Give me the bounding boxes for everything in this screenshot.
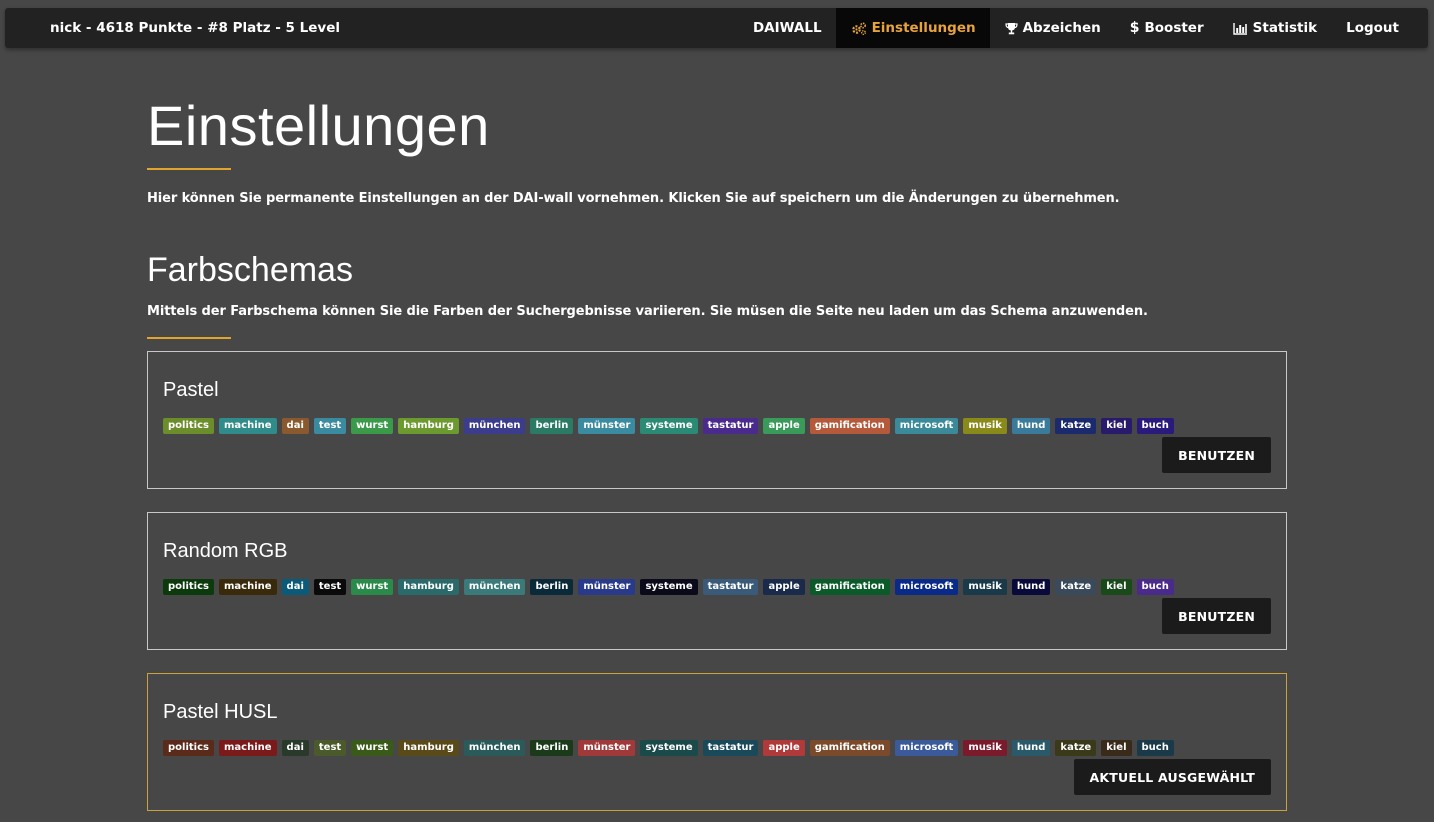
trophy-icon [1004, 22, 1018, 35]
section-title: Farbschemas [147, 251, 353, 289]
tag-preview-list: politics machine dai test wurst hamburg münche… [163, 418, 1174, 434]
tag-wurst: wurst [351, 579, 394, 595]
nav-einstellungen-label: Einstellungen [871, 20, 976, 36]
tag-hund: hund [1011, 418, 1051, 434]
tag-apple: apple [763, 418, 805, 434]
main-content: Einstellungen Hier können Sie permanente… [147, 48, 1287, 339]
tag-münster: münster [578, 579, 636, 595]
tag-politics: politics [163, 418, 214, 434]
tag-systeme: systeme [640, 740, 698, 756]
nav-logout-label: Logout [1346, 20, 1399, 36]
tag-systeme: systeme [640, 579, 698, 595]
tag-wurst: wurst [351, 418, 394, 434]
tag-preview-list: politics machine dai test wurst hamburg münche… [163, 579, 1174, 595]
tag-politics: politics [163, 579, 214, 595]
title-divider [147, 168, 231, 170]
tag-systeme: systeme [640, 418, 698, 434]
nav-abzeichen-label: Abzeichen [1022, 20, 1101, 36]
dollar-icon: $ [1129, 20, 1140, 36]
scheme-card: Pastel politics machine dai test wurst hamburg… [147, 351, 1287, 489]
tag-microsoft: microsoft [894, 418, 959, 434]
tag-musik: musik [963, 740, 1007, 756]
section-text: Mittels der Farbschema können Sie die Fa… [147, 304, 1148, 319]
tag-wurst: wurst [351, 740, 394, 756]
scheme-title: Pastel HUSL [163, 701, 278, 723]
tag-politics: politics [163, 740, 214, 756]
tag-machine: machine [218, 740, 277, 756]
bar-chart-icon [1232, 22, 1248, 35]
tag-buch: buch [1136, 740, 1174, 756]
tag-katze: katze [1055, 418, 1097, 434]
scheme-card: Random RGB politics machine dai test wurst ham… [147, 512, 1287, 650]
tag-berlin: berlin [530, 579, 574, 595]
cogs-icon [851, 21, 867, 35]
tag-machine: machine [218, 579, 277, 595]
tag-katze: katze [1055, 579, 1097, 595]
nav-einstellungen[interactable]: Einstellungen [836, 8, 991, 48]
intro-text: Hier können Sie permanente Einstellungen… [147, 191, 1120, 206]
use-scheme-button[interactable]: BENUTZEN [1162, 437, 1271, 473]
tag-münchen: münchen [463, 579, 526, 595]
nav-statistik-label: Statistik [1252, 20, 1318, 36]
tag-musik: musik [963, 418, 1007, 434]
tag-münster: münster [578, 740, 636, 756]
tag-berlin: berlin [530, 740, 574, 756]
tag-test: test [313, 579, 347, 595]
tag-katze: katze [1055, 740, 1097, 756]
tag-dai: dai [281, 579, 309, 595]
nav-booster-label: Booster [1144, 20, 1204, 36]
tag-hamburg: hamburg [398, 418, 459, 434]
nav-daiwall[interactable]: DAIWALL [738, 8, 836, 48]
tag-buch: buch [1136, 418, 1174, 434]
nav-abzeichen[interactable]: Abzeichen [990, 8, 1115, 48]
tag-münchen: münchen [463, 740, 526, 756]
tag-gamification: gamification [809, 579, 890, 595]
tag-test: test [313, 418, 347, 434]
tag-tastatur: tastatur [702, 418, 759, 434]
tag-gamification: gamification [809, 740, 890, 756]
nav-booster[interactable]: $ Booster [1115, 8, 1218, 48]
tag-hund: hund [1011, 740, 1051, 756]
tag-hamburg: hamburg [398, 740, 459, 756]
tag-preview-list: politics machine dai test wurst hamburg münche… [163, 740, 1174, 756]
nav-logout[interactable]: Logout [1332, 8, 1428, 48]
tag-dai: dai [281, 418, 309, 434]
tag-dai: dai [281, 740, 309, 756]
tag-münster: münster [578, 418, 636, 434]
tag-gamification: gamification [809, 418, 890, 434]
tag-münchen: münchen [463, 418, 526, 434]
user-status: nick - 4618 Punkte - #8 Platz - 5 Level [50, 20, 340, 36]
tag-tastatur: tastatur [702, 740, 759, 756]
nav-statistik[interactable]: Statistik [1218, 8, 1331, 48]
tag-apple: apple [763, 579, 805, 595]
tag-hund: hund [1011, 579, 1051, 595]
tag-kiel: kiel [1101, 418, 1132, 434]
tag-tastatur: tastatur [702, 579, 759, 595]
scheme-title: Pastel [163, 379, 219, 401]
tag-buch: buch [1136, 579, 1174, 595]
selected-scheme-button[interactable]: AKTUELL AUSGEWÄHLT [1073, 759, 1271, 795]
page-title: Einstellungen [147, 94, 490, 157]
scheme-card: Pastel HUSL politics machine dai test wurst ha… [147, 673, 1287, 811]
tag-test: test [313, 740, 347, 756]
section-divider [147, 337, 231, 339]
nav-daiwall-label: DAIWALL [752, 20, 822, 36]
tag-hamburg: hamburg [398, 579, 459, 595]
tag-musik: musik [963, 579, 1007, 595]
tag-kiel: kiel [1101, 579, 1132, 595]
tag-apple: apple [763, 740, 805, 756]
tag-berlin: berlin [530, 418, 574, 434]
tag-microsoft: microsoft [894, 740, 959, 756]
scheme-title: Random RGB [163, 540, 288, 562]
use-scheme-button[interactable]: BENUTZEN [1162, 598, 1271, 634]
tag-kiel: kiel [1101, 740, 1132, 756]
main-nav: DAIWALL Einstellungen Abzeichen $ Booste… [738, 8, 1428, 48]
tag-microsoft: microsoft [894, 579, 959, 595]
top-navbar: nick - 4618 Punkte - #8 Platz - 5 Level … [5, 8, 1428, 48]
tag-machine: machine [218, 418, 277, 434]
